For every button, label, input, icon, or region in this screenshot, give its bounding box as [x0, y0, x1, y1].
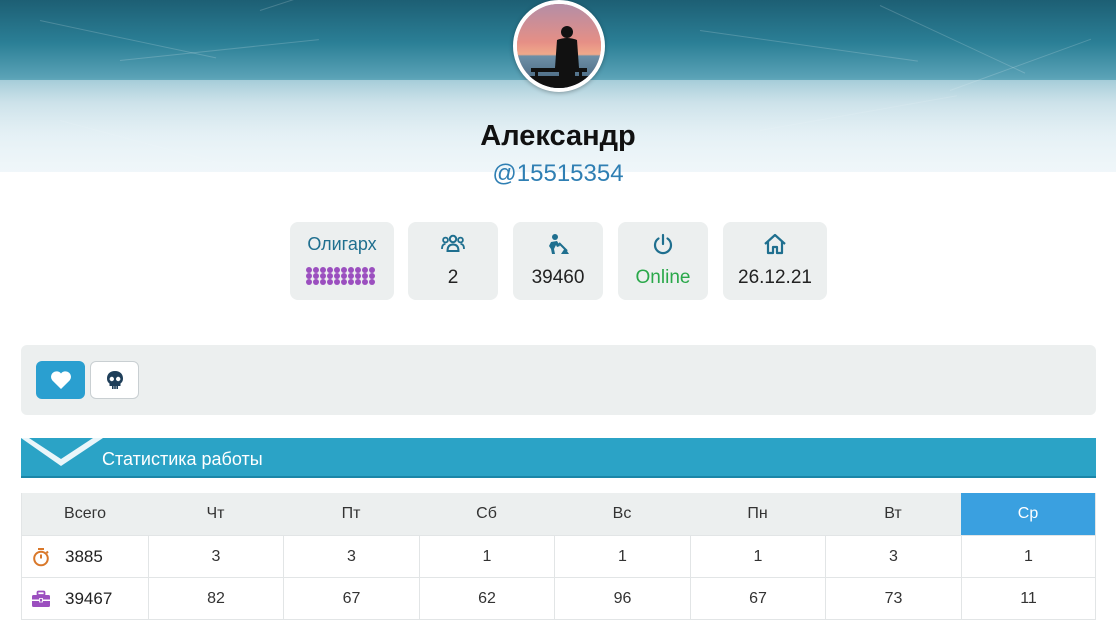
- avatar[interactable]: [513, 0, 605, 92]
- header-day: Вс: [612, 505, 632, 522]
- table-cell: 73: [825, 578, 961, 619]
- stat-status[interactable]: Online: [618, 222, 708, 300]
- row-total: 3885: [65, 547, 103, 566]
- table-cell: 1: [961, 536, 1095, 577]
- action-toolbar: [21, 345, 1096, 415]
- rank-label: Олигарх: [307, 234, 377, 254]
- table-cell: 1: [554, 536, 690, 577]
- registered-date: 26.12.21: [738, 267, 812, 288]
- home-icon: [764, 233, 786, 255]
- row-total-cell: 39467: [22, 578, 148, 619]
- table-cell: 1: [690, 536, 825, 577]
- table-cell: 67: [690, 578, 825, 619]
- skull-icon: [106, 371, 123, 389]
- table-cell: 3: [283, 536, 419, 577]
- table-row: 39467 82 67 62 96 67 73 11: [22, 577, 1095, 619]
- header-day-active: Ср: [961, 493, 1095, 535]
- work-stats-table: Всего Чт Пт Сб Вс Пн Вт Ср 3885 3 3 1 1 …: [21, 493, 1096, 620]
- table-cell: 67: [283, 578, 419, 619]
- friends-count: 2: [447, 267, 459, 288]
- table-cell: 11: [961, 578, 1095, 619]
- rank-dot: [320, 279, 326, 285]
- header-day: Пт: [341, 505, 361, 522]
- table-cell: 82: [148, 578, 283, 619]
- profile-handle[interactable]: @15515354: [0, 160, 1116, 188]
- worker-icon: [549, 234, 569, 254]
- chevron-down-icon: [21, 438, 103, 466]
- header-day: Пн: [747, 505, 768, 522]
- section-title: Статистика работы: [102, 449, 263, 469]
- header-day: Вт: [884, 505, 902, 522]
- work-count: 39460: [531, 267, 585, 288]
- briefcase-icon: [32, 590, 50, 607]
- rank-dot: [313, 279, 319, 285]
- rank-dot: [355, 279, 361, 285]
- online-status: Online: [635, 267, 691, 288]
- rank-dot: [369, 279, 375, 285]
- profile-name: Александр: [480, 120, 636, 152]
- rank-dots-icon: [306, 267, 378, 287]
- table-cell: 3: [148, 536, 283, 577]
- table-cell: 1: [419, 536, 554, 577]
- table-header: Всего Чт Пт Сб Вс Пн Вт Ср: [22, 493, 1095, 535]
- avatar-image: [517, 4, 601, 88]
- rank-dot: [341, 279, 347, 285]
- rank-dot: [306, 279, 312, 285]
- row-total-cell: 3885: [22, 536, 148, 577]
- rank-dot: [334, 279, 340, 285]
- section-header: Статистика работы: [21, 438, 1096, 478]
- rank-dot: [348, 279, 354, 285]
- stat-rank[interactable]: Олигарх: [290, 222, 394, 300]
- heart-icon: [50, 371, 71, 389]
- stat-work[interactable]: 39460: [513, 222, 603, 300]
- stat-friends[interactable]: 2: [408, 222, 498, 300]
- rank-dot: [327, 279, 333, 285]
- like-button[interactable]: [36, 361, 85, 399]
- row-total: 39467: [65, 589, 113, 608]
- table-cell: 96: [554, 578, 690, 619]
- table-row: 3885 3 3 1 1 1 3 1: [22, 535, 1095, 577]
- header-day: Сб: [476, 505, 497, 522]
- stopwatch-icon: [33, 548, 49, 567]
- table-cell: 62: [419, 578, 554, 619]
- header-total: Всего: [64, 505, 106, 522]
- table-cell: 3: [825, 536, 961, 577]
- users-icon: [441, 234, 465, 252]
- stat-registered[interactable]: 26.12.21: [723, 222, 827, 300]
- power-icon: [653, 233, 673, 255]
- header-day: Чт: [206, 505, 225, 522]
- skull-button[interactable]: [90, 361, 139, 399]
- rank-dot: [362, 279, 368, 285]
